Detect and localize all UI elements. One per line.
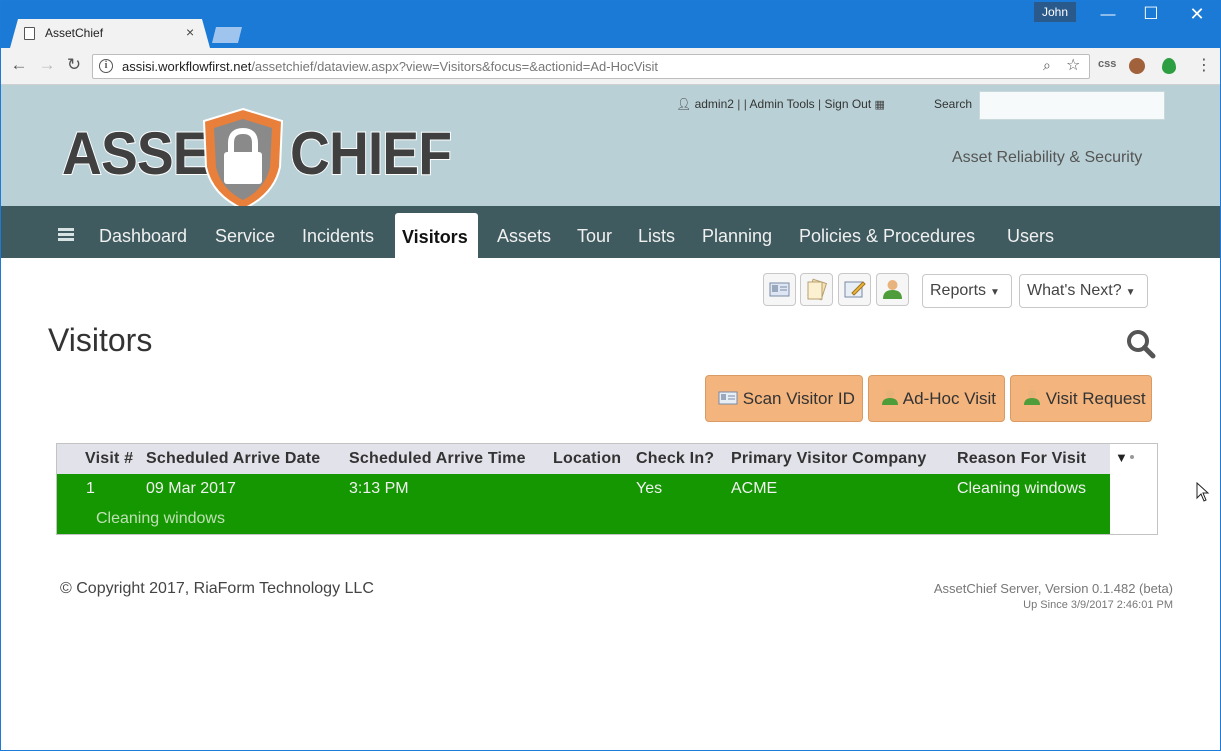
nav-service[interactable]: Service [215,226,275,247]
ad-hoc-visit-label: Ad-Hoc Visit [902,389,997,408]
tab-title: AssetChief [45,26,104,40]
caret-down-icon: ▼ [1125,287,1136,298]
new-tab-button[interactable] [212,27,242,43]
cookie-extension-icon[interactable] [1129,58,1145,74]
mouse-cursor-icon [1196,482,1210,502]
user-links: 👤︎ admin2 | | Admin Tools | Sign Out ▦ [676,97,885,111]
uptime-text: Up Since 3/9/2017 2:46:01 PM [1023,599,1173,611]
page-icon [24,27,35,40]
column-header[interactable]: Visit # [85,450,133,468]
nav-assets[interactable]: Assets [497,226,551,247]
column-header[interactable]: Primary Visitor Company [731,450,926,468]
separator: | [818,97,822,111]
version-text: AssetChief Server, Version 0.1.482 (beta… [933,581,1173,596]
whats-next-label: What's Next? [1027,282,1122,299]
person-icon [882,390,898,405]
search-input[interactable] [979,91,1165,120]
logo-text-right: CHIEF [289,120,453,187]
url-text[interactable]: assisi.workflowfirst.net/assetchief/data… [122,59,658,74]
cell-company[interactable]: ACME [731,480,777,498]
bookmark-star-icon[interactable]: ☆ [1066,55,1080,75]
ad-hoc-visit-button[interactable]: Ad-Hoc Visit [868,375,1005,422]
nav-tour[interactable]: Tour [577,226,612,247]
notes-icon [807,278,828,301]
username-link[interactable]: admin2 [695,97,734,111]
column-header[interactable]: Location [553,450,621,468]
scan-visitor-id-button[interactable]: Scan Visitor ID [705,375,863,422]
column-header[interactable]: Reason For Visit [957,450,1086,468]
url-path: /assetchief/dataview.aspx?view=Visitors&… [251,59,659,74]
row-detail[interactable]: Cleaning windows [96,510,225,528]
close-window-icon[interactable]: ✕ [1187,4,1207,25]
tagline: Asset Reliability & Security [952,149,1143,166]
leaf-extension-icon[interactable] [1162,58,1176,74]
cell-date[interactable]: 09 Mar 2017 [146,480,236,498]
url-host: assisi.workflowfirst.net [122,59,252,74]
copyright: © Copyright 2017, RiaForm Technology LLC [60,580,374,597]
visitor-button[interactable] [876,273,909,306]
shield-lock-logo-icon [202,107,284,211]
maximize-icon[interactable]: ☐ [1141,4,1161,24]
whats-next-dropdown[interactable]: What's Next? ▼ [1019,274,1148,308]
id-card-icon [718,391,738,405]
minimize-icon[interactable]: — [1098,6,1118,23]
qr-code-icon[interactable]: ▦ [875,99,885,111]
nav-dashboard[interactable]: Dashboard [99,226,187,247]
profile-badge[interactable]: John [1034,2,1076,22]
cell-reason[interactable]: Cleaning windows [957,480,1086,498]
filter-icon[interactable]: ▼ [1115,450,1128,465]
browser-menu-icon[interactable]: ⋮ [1196,55,1212,75]
nav-lists[interactable]: Lists [638,226,675,247]
page-title: Visitors [48,322,153,358]
notes-button[interactable] [800,273,833,306]
admin-tools-link[interactable]: Admin Tools [750,97,815,111]
cell-check-in[interactable]: Yes [636,480,662,498]
search-label: Search [934,97,973,111]
edit-icon [844,281,866,298]
zoom-icon[interactable]: ⌕ [1043,57,1051,74]
search-icon[interactable] [1126,329,1156,359]
visit-request-label: Visit Request [1045,389,1146,408]
scan-visitor-id-label: Scan Visitor ID [742,389,855,408]
nav-incidents[interactable]: Incidents [302,226,374,247]
column-header[interactable]: Scheduled Arrive Date [146,450,320,468]
id-card-button[interactable] [763,273,796,306]
column-header[interactable]: Check In? [636,450,714,468]
forward-icon[interactable]: → [37,55,57,75]
tab-close-icon[interactable]: × [186,24,194,40]
nav-planning[interactable]: Planning [702,226,772,247]
info-icon[interactable]: i [99,59,113,73]
nav-users[interactable]: Users [1007,226,1054,247]
browser-tab[interactable] [10,19,210,48]
sign-out-link[interactable]: Sign Out [825,97,872,111]
id-card-icon [769,282,790,297]
column-header[interactable]: Scheduled Arrive Time [349,450,526,468]
reload-icon[interactable]: ↻ [64,55,84,75]
hamburger-menu-icon[interactable] [58,228,74,243]
separator: | | [737,97,747,111]
nav-policies[interactable]: Policies & Procedures [799,226,975,247]
user-icon: 👤︎ [676,97,692,111]
cell-time[interactable]: 3:13 PM [349,480,409,498]
cell-visit-number[interactable]: 1 [86,480,95,498]
css-extension-icon[interactable]: css [1098,58,1116,70]
reports-dropdown[interactable]: Reports ▼ [922,274,1012,308]
reports-label: Reports [930,282,987,299]
nav-visitors[interactable]: Visitors [402,227,468,248]
back-icon[interactable]: ← [9,55,29,75]
caret-down-icon: ▼ [990,287,1000,298]
person-icon [1024,390,1040,405]
visit-request-button[interactable]: Visit Request [1010,375,1152,422]
filter-indicator [1130,455,1134,459]
person-icon [883,280,902,299]
edit-button[interactable] [838,273,871,306]
